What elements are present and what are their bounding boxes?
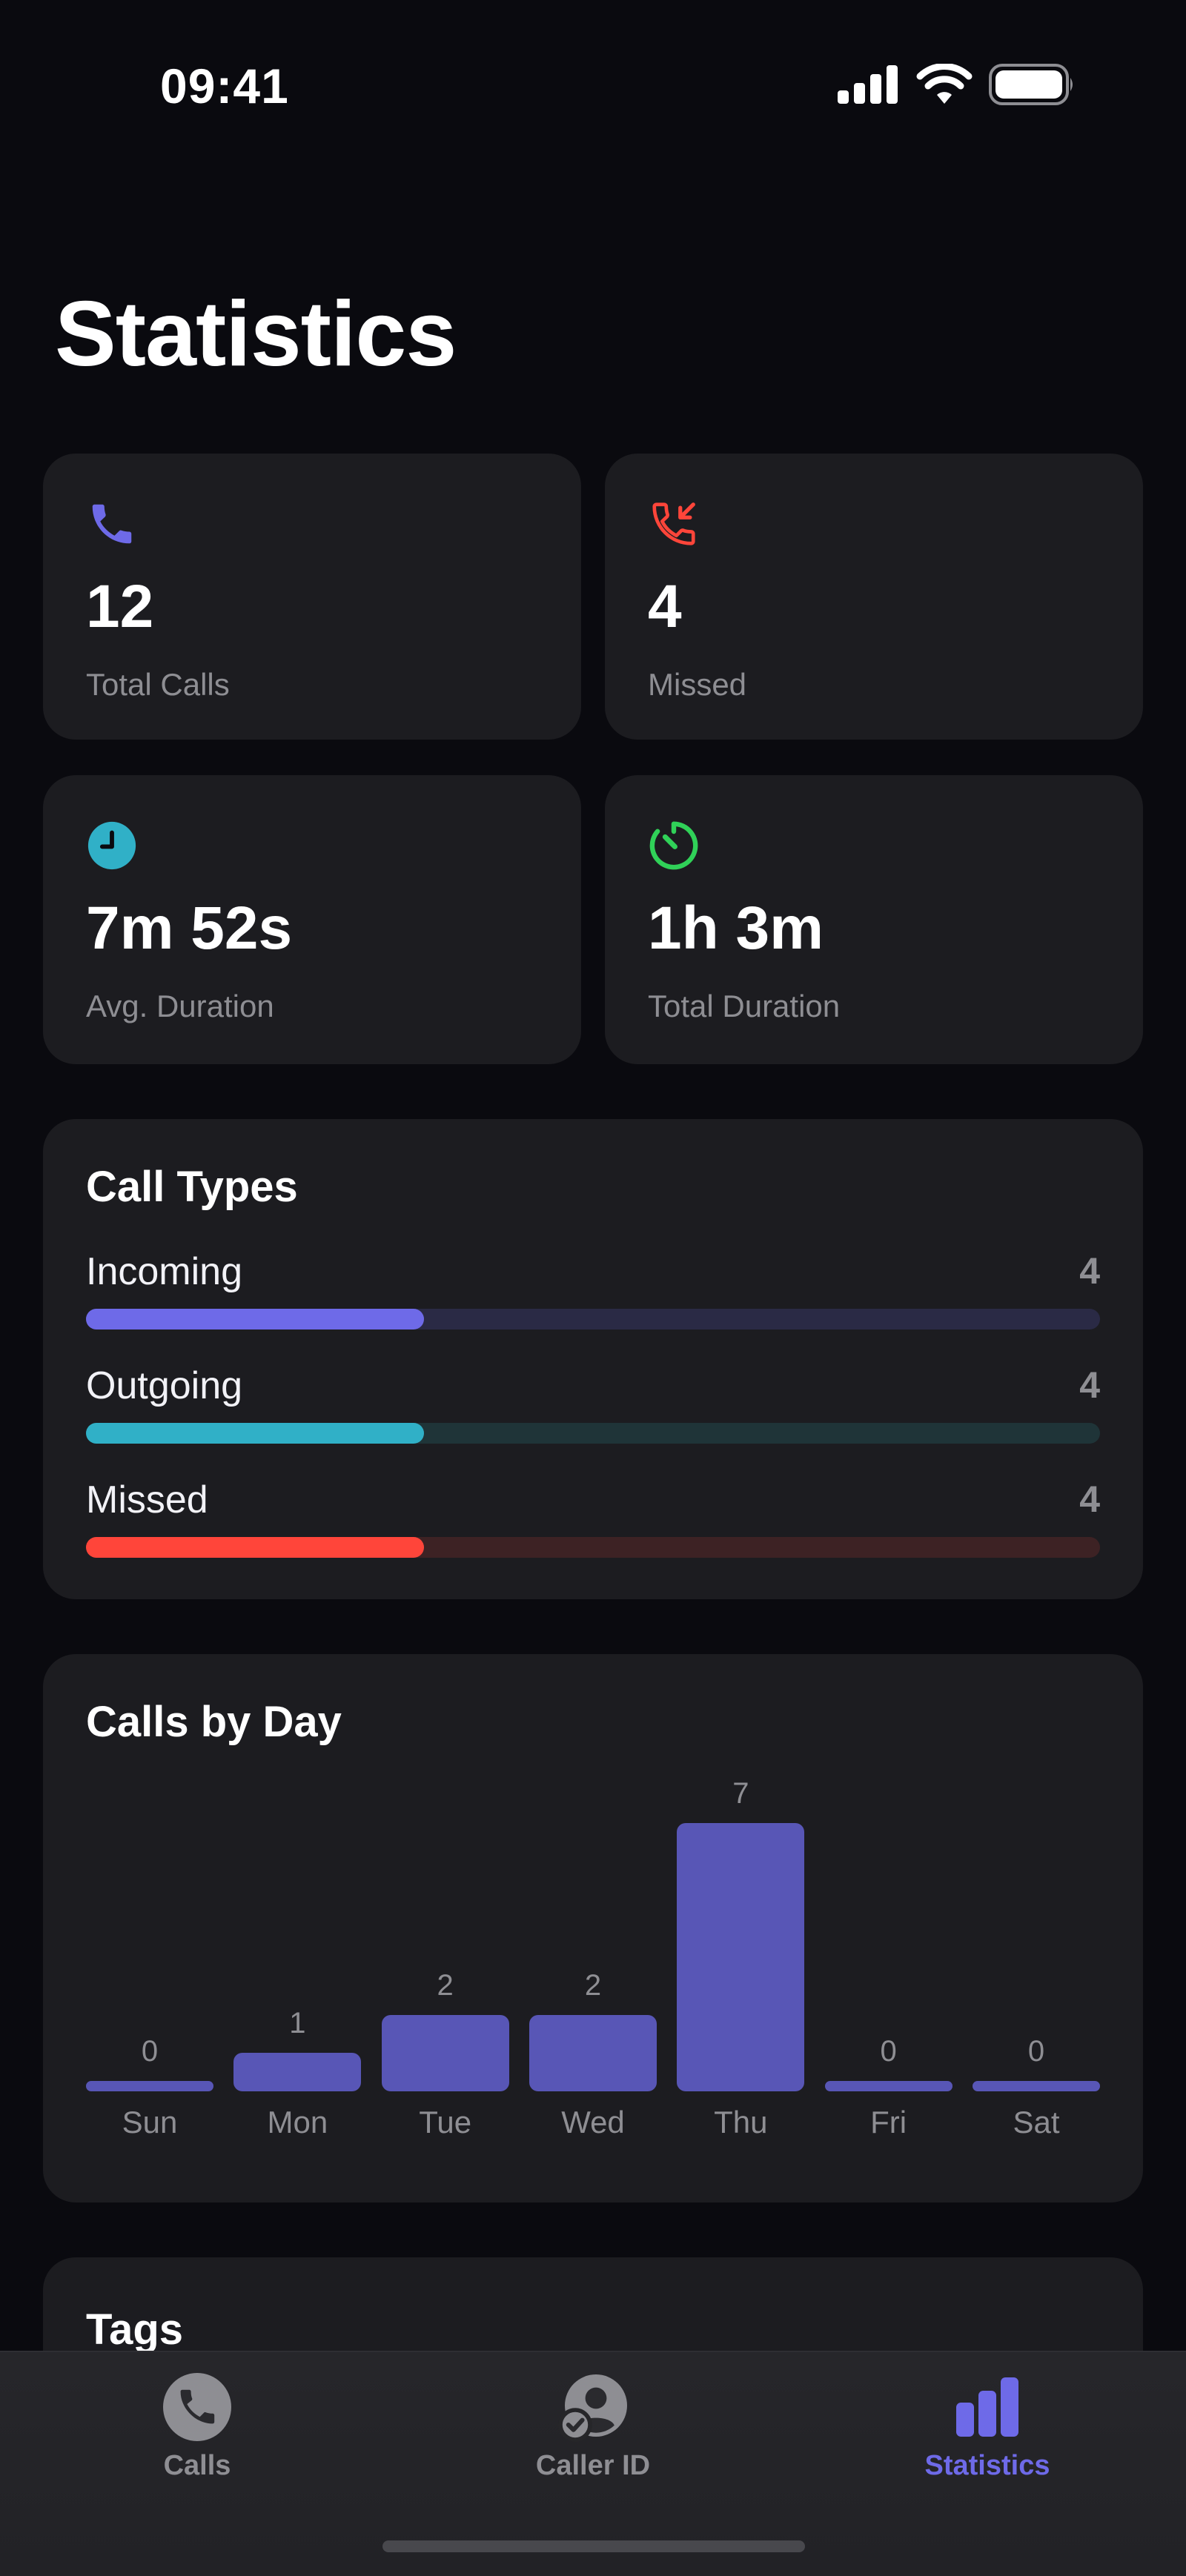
day-column-sat: 0 Sat — [973, 1780, 1100, 2151]
missed-call-icon — [652, 502, 695, 545]
call-type-label: Outgoing — [86, 1364, 243, 1407]
stat-label: Missed — [648, 667, 747, 702]
tab-caller-id[interactable]: Caller ID — [445, 2352, 741, 2500]
call-type-count: 4 — [1079, 1478, 1100, 1520]
day-label: Sun — [122, 2105, 178, 2140]
tab-label: Caller ID — [535, 2450, 651, 2481]
call-type-label: Missed — [86, 1478, 208, 1521]
page-title: Statistics — [55, 283, 457, 385]
day-bar — [973, 2081, 1100, 2091]
tab-statistics[interactable]: Statistics — [839, 2352, 1136, 2500]
day-bar — [86, 2081, 213, 2091]
day-bar — [233, 2053, 362, 2091]
progress-track — [86, 1423, 1100, 1444]
day-bar-chart: 0 Sun 1 Mon 2 Tue 2 Wed 7 Thu 0 Fri 0 Sat — [86, 1777, 1100, 2151]
clock-icon — [87, 821, 136, 870]
tab-calls[interactable]: Calls — [49, 2352, 345, 2500]
stat-label: Total Duration — [648, 989, 841, 1023]
day-value-label: 2 — [437, 1968, 454, 2002]
stat-card-missed: 4 Missed — [605, 454, 1143, 740]
bar-chart-icon — [956, 2377, 1018, 2437]
progress-fill — [86, 1537, 424, 1558]
call-type-row-missed: Missed 4 — [86, 1478, 1100, 1567]
phone-circle-icon — [163, 2373, 231, 2441]
call-types-card: Call Types Incoming 4 Outgoing 4 Missed … — [43, 1119, 1143, 1599]
progress-fill — [86, 1423, 424, 1444]
calls-by-day-card: Calls by Day 0 Sun 1 Mon 2 Tue 2 Wed 7 Thu 0 Fri 0 Sa… — [43, 1654, 1143, 2202]
call-type-count: 4 — [1079, 1250, 1100, 1292]
stat-card-avg-duration: 7m 52s Avg. Duration — [43, 775, 581, 1064]
day-value-label: 0 — [141, 2035, 159, 2068]
day-value-label: 0 — [880, 2035, 897, 2068]
stat-value: 12 — [86, 573, 154, 640]
stat-value: 1h 3m — [648, 894, 824, 962]
day-column-fri: 0 Fri — [824, 1780, 953, 2151]
stat-card-total-duration: 1h 3m Total Duration — [605, 775, 1143, 1064]
section-title: Calls by Day — [86, 1698, 342, 1746]
status-bar: 09:41 — [0, 0, 1186, 178]
day-label: Mon — [267, 2105, 328, 2140]
call-type-label: Incoming — [86, 1250, 242, 1293]
call-type-row-outgoing: Outgoing 4 — [86, 1364, 1100, 1453]
day-label: Fri — [870, 2105, 907, 2140]
day-column-wed: 2 Wed — [529, 1780, 657, 2151]
day-bar — [529, 2014, 657, 2091]
stat-value: 4 — [648, 573, 682, 640]
section-title: Call Types — [86, 1163, 298, 1211]
phone-icon — [92, 504, 132, 544]
day-bar — [381, 2014, 509, 2091]
day-column-thu: 7 Thu — [677, 1777, 805, 2151]
stat-label: Total Calls — [86, 667, 230, 702]
day-column-mon: 1 Mon — [233, 1780, 362, 2151]
call-type-count: 4 — [1079, 1364, 1100, 1406]
progress-track — [86, 1537, 1100, 1558]
wifi-icon — [916, 64, 973, 104]
stat-value: 7m 52s — [86, 894, 293, 962]
section-title: Tags — [86, 2306, 184, 2354]
day-bar — [824, 2081, 953, 2091]
tab-label: Calls — [163, 2450, 231, 2481]
day-value-label: 2 — [584, 1968, 602, 2002]
call-type-row-incoming: Incoming 4 — [86, 1249, 1100, 1338]
day-bar — [677, 1823, 805, 2091]
progress-track — [86, 1309, 1100, 1330]
day-value-label: 1 — [289, 2007, 306, 2040]
home-indicator — [382, 2540, 805, 2552]
stat-label: Avg. Duration — [86, 989, 274, 1023]
day-column-tue: 2 Tue — [381, 1780, 509, 2151]
day-value-label: 7 — [732, 1777, 749, 1810]
day-value-label: 0 — [1027, 2035, 1045, 2068]
timer-icon — [649, 821, 698, 870]
status-icons — [838, 64, 1076, 105]
day-label: Sat — [1013, 2105, 1060, 2140]
day-label: Wed — [561, 2105, 625, 2140]
day-column-sun: 0 Sun — [86, 1780, 213, 2151]
tab-label: Statistics — [924, 2450, 1050, 2481]
stat-card-total-calls: 12 Total Calls — [43, 454, 581, 740]
battery-icon — [989, 64, 1073, 105]
day-label: Tue — [419, 2105, 472, 2140]
progress-fill — [86, 1309, 424, 1330]
status-time: 09:41 — [160, 59, 289, 113]
cellular-signal-icon — [838, 65, 898, 104]
person-check-icon — [558, 2374, 627, 2442]
day-label: Thu — [714, 2105, 768, 2140]
